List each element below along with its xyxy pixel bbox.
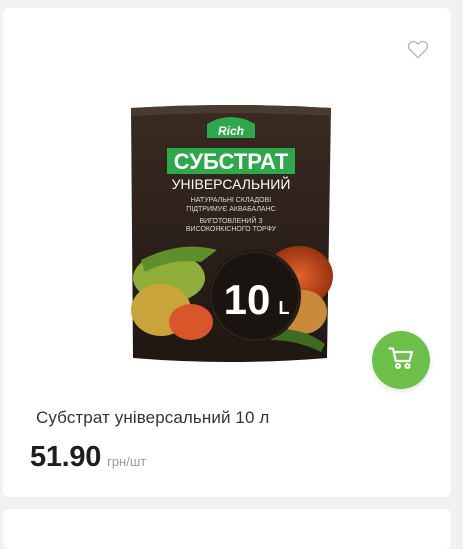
add-to-cart-button[interactable] [372, 331, 430, 389]
package-volume: 10 [224, 276, 271, 323]
package-line: ПІДТРИМУЄ АКВАБАЛАНС [186, 206, 275, 213]
package-brand: Rich [218, 124, 244, 138]
price-unit: грн/шт [107, 454, 147, 469]
product-price: 51.90 [30, 441, 102, 473]
product-card[interactable]: Rich СУБСТРАТ УНІВЕРСАЛЬНИЙ НАТУРАЛЬНІ С… [3, 8, 451, 497]
package-volume-unit: L [279, 298, 290, 318]
cart-icon [388, 346, 414, 375]
package-line: ВИСОКОЯКІСНОГО ТОРФУ [186, 226, 277, 233]
package-line: ВИГОТОВЛЕНИЙ З [199, 216, 262, 225]
package-title: СУБСТРАТ [174, 149, 289, 174]
product-name[interactable]: Субстрат універсальний 10 л [36, 408, 269, 428]
package-subtitle: УНІВЕРСАЛЬНИЙ [172, 175, 291, 192]
heart-icon[interactable] [407, 39, 429, 59]
price-row: 51.90 грн/шт [30, 441, 146, 474]
product-image[interactable]: Rich СУБСТРАТ УНІВЕРСАЛЬНИЙ НАТУРАЛЬНІ С… [121, 100, 341, 370]
package-line: НАТУРАЛЬНІ СКЛАДОВІ [191, 197, 272, 204]
next-product-card[interactable] [3, 509, 451, 549]
